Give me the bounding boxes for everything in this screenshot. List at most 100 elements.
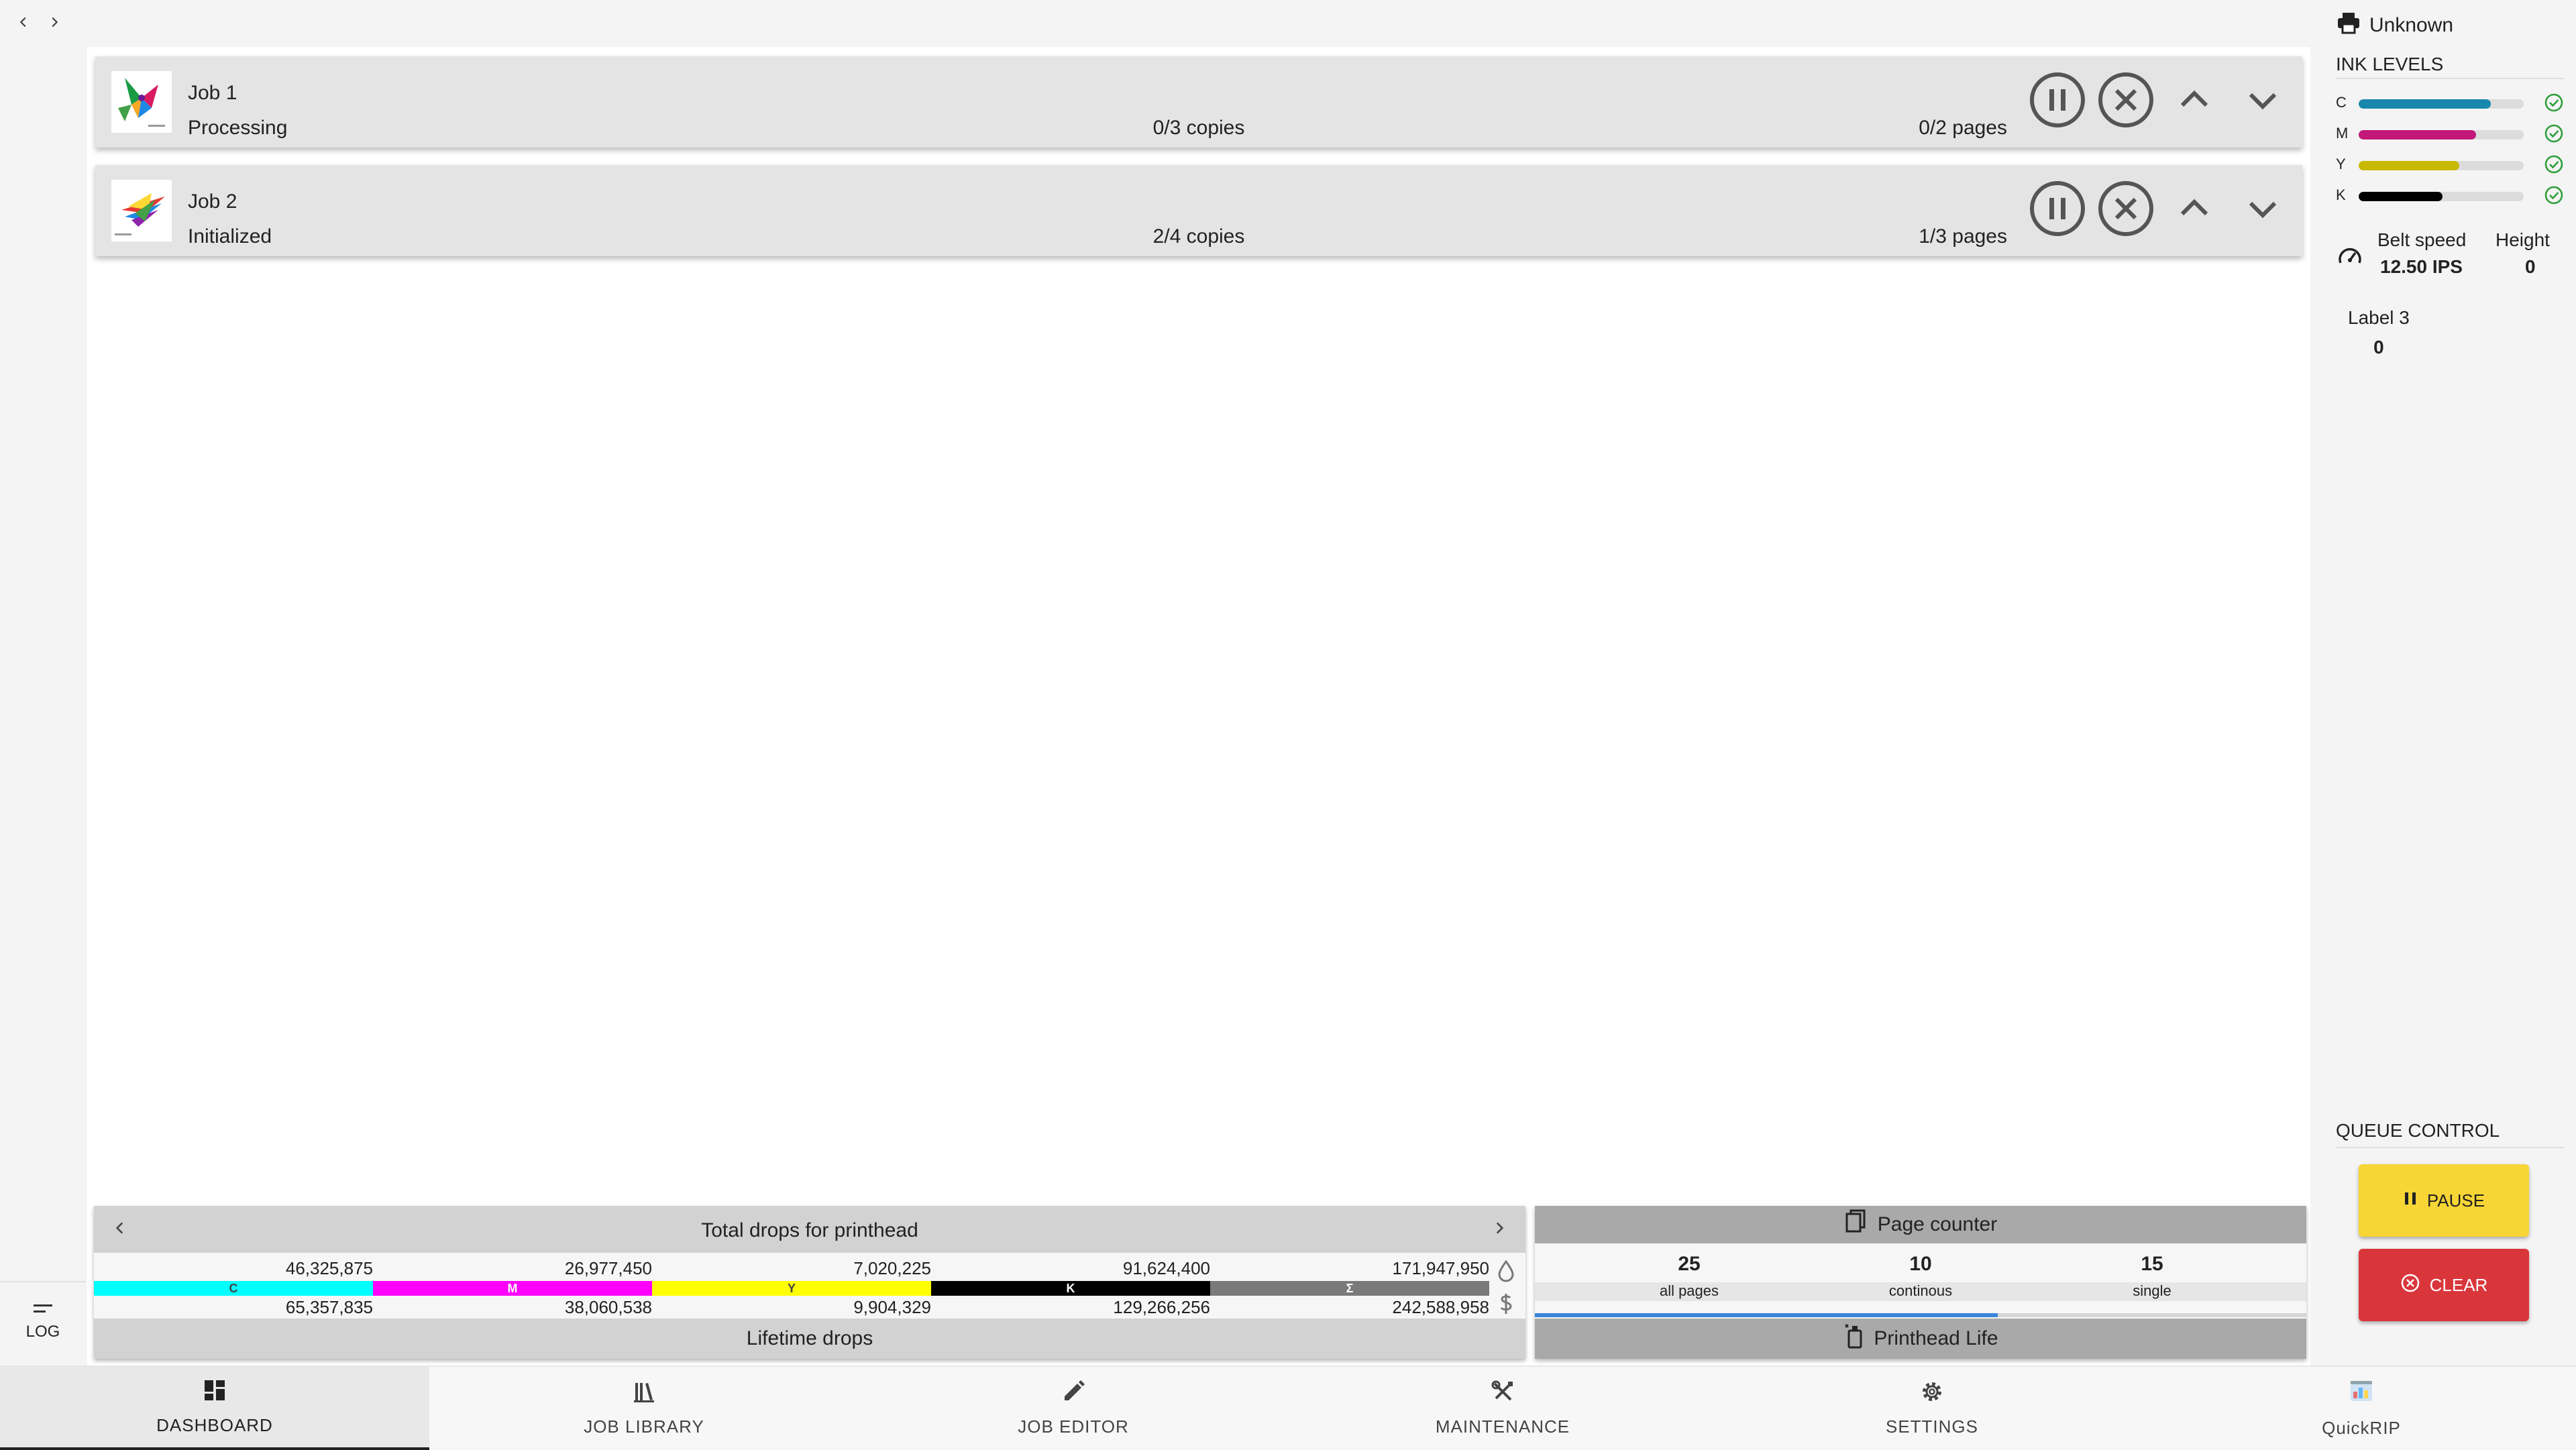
move-down-button[interactable]	[2234, 181, 2292, 239]
label3-value: 0	[2373, 337, 2384, 357]
stat-value: 15	[2141, 1253, 2163, 1275]
belt-speed-panel: Belt speed 12.50 IPS Height 0	[2336, 228, 2564, 288]
label3-label: Label 3	[2348, 307, 2410, 328]
chevron-right-icon[interactable]	[44, 12, 64, 32]
job-pages: 1/3 pages	[1919, 225, 2007, 247]
drops-total-y: 7,020,225	[853, 1258, 931, 1278]
job-name: Job 1	[188, 82, 237, 104]
tab-quickrip[interactable]: QuickRIP	[2147, 1367, 2576, 1450]
check-circle-icon	[2544, 154, 2564, 178]
channel-m-bar: M	[373, 1281, 652, 1296]
queue-control-title: QUEUE CONTROL	[2336, 1120, 2500, 1141]
tab-label: DASHBOARD	[156, 1415, 273, 1435]
drops-next-button[interactable]	[1484, 1214, 1515, 1245]
queue-pause-button[interactable]: PAUSE	[2359, 1164, 2529, 1237]
printer-status[interactable]: Unknown	[2336, 11, 2453, 40]
tab-dashboard[interactable]: DASHBOARD	[0, 1367, 429, 1450]
move-up-button[interactable]	[2165, 72, 2223, 130]
printer-status-text: Unknown	[2369, 14, 2454, 36]
tab-label: MAINTENANCE	[1435, 1416, 1570, 1437]
stat-continous: 10 continous	[1820, 1253, 2021, 1300]
channel-sum-bar: Σ	[1210, 1281, 1489, 1296]
stat-all-pages: 25 all pages	[1589, 1253, 1790, 1300]
short-text-icon	[32, 1302, 54, 1316]
job-name: Job 2	[188, 190, 237, 213]
tab-job-editor[interactable]: JOB EDITOR	[859, 1367, 1288, 1450]
label3-panel: Label 3 0	[2348, 307, 2410, 358]
chevron-left-icon[interactable]	[13, 12, 34, 32]
stat-label: continous	[1888, 1282, 1953, 1299]
speedometer-icon	[2336, 243, 2364, 274]
chevron-down-icon	[2243, 188, 2283, 232]
pause-job-button[interactable]	[2029, 180, 2086, 239]
job-pages: 0/2 pages	[1919, 117, 2007, 139]
drops-lifetime-sum: 242,588,958	[1392, 1297, 1489, 1317]
belt-speed-value: 12.50 IPS	[2380, 256, 2463, 277]
drops-header: Total drops for printhead	[94, 1206, 1525, 1253]
copy-pages-icon	[1844, 1209, 1868, 1241]
channel-y-bar: Y	[652, 1281, 931, 1296]
page-counter-header: Page counter	[1535, 1206, 2306, 1243]
tab-label: JOB LIBRARY	[584, 1416, 704, 1437]
drop-icon	[1496, 1260, 1516, 1286]
tools-icon	[1491, 1380, 1515, 1407]
lifetime-drops-footer: Lifetime drops	[94, 1319, 1525, 1359]
dashboard-icon	[203, 1378, 227, 1406]
cancel-job-button[interactable]	[2097, 180, 2155, 241]
pause-job-button[interactable]	[2029, 72, 2086, 130]
move-down-button[interactable]	[2234, 72, 2292, 130]
ink-key: M	[2336, 125, 2349, 142]
drops-title: Total drops for printhead	[701, 1219, 918, 1241]
close-circle-icon	[2097, 71, 2155, 132]
drops-lifetime-k: 129,266,256	[1113, 1297, 1210, 1317]
ink-fill	[2359, 161, 2460, 170]
printer-icon	[2336, 11, 2361, 40]
close-circle-icon	[2097, 180, 2155, 241]
tab-job-library[interactable]: JOB LIBRARY	[429, 1367, 859, 1450]
drops-panel: Total drops for printhead 46,325,875 26,…	[94, 1206, 1525, 1359]
tab-maintenance[interactable]: MAINTENANCE	[1288, 1367, 1717, 1450]
chevron-down-icon	[2243, 80, 2283, 123]
height-value: 0	[2525, 256, 2536, 277]
check-circle-icon	[2544, 123, 2564, 147]
ink-fill	[2359, 130, 2476, 140]
tab-settings[interactable]: SETTINGS	[1717, 1367, 2147, 1450]
gear-icon	[1920, 1380, 1944, 1407]
clear-label: CLEAR	[2429, 1274, 2488, 1295]
ink-level-k: K	[2336, 184, 2564, 208]
job-card[interactable]: Job 1 Processing 0/3 copies 0/2 pages	[95, 56, 2302, 148]
move-up-button[interactable]	[2165, 181, 2223, 239]
job-card[interactable]: Job 2 Initialized 2/4 copies 1/3 pages	[95, 165, 2302, 256]
cancel-job-button[interactable]	[2097, 72, 2155, 130]
quickrip-icon	[2348, 1378, 2375, 1408]
bottom-nav: DASHBOARD JOB LIBRARY JOB EDITOR MAINTEN…	[0, 1365, 2576, 1450]
chevron-up-icon	[2174, 80, 2214, 123]
channel-k-bar: K	[931, 1281, 1210, 1296]
library-icon	[632, 1380, 656, 1407]
stat-label: all pages	[1659, 1282, 1719, 1299]
divider	[2336, 78, 2564, 79]
stat-single: 15 single	[2051, 1253, 2253, 1300]
drops-total-sum: 171,947,950	[1392, 1258, 1489, 1278]
dollar-icon	[1497, 1292, 1515, 1319]
printhead-life-footer[interactable]: Printhead Life	[1535, 1319, 2306, 1359]
drops-lifetime-y: 9,904,329	[853, 1297, 931, 1317]
divider	[2336, 1147, 2564, 1148]
drops-total-m: 26,977,450	[564, 1258, 652, 1278]
job-queue: Job 1 Processing 0/3 copies 0/2 pages Jo…	[87, 47, 2310, 1368]
tab-label: SETTINGS	[1885, 1416, 1978, 1437]
printhead-life-label: Printhead Life	[1874, 1327, 1998, 1349]
log-button[interactable]: LOG	[0, 1281, 86, 1361]
pause-circle-icon	[2029, 71, 2086, 132]
belt-speed-label: Belt speed	[2377, 229, 2467, 250]
ink-track	[2359, 192, 2524, 201]
queue-clear-button[interactable]: CLEAR	[2359, 1249, 2529, 1321]
ink-fill	[2359, 192, 2443, 201]
drops-lifetime-c: 65,357,835	[285, 1297, 373, 1317]
tab-label: JOB EDITOR	[1018, 1416, 1129, 1437]
chevron-up-icon	[2174, 188, 2214, 232]
job-actions	[2029, 180, 2292, 241]
ink-fill	[2359, 99, 2491, 109]
progress-fill	[1535, 1313, 1998, 1317]
check-circle-icon	[2544, 185, 2564, 209]
